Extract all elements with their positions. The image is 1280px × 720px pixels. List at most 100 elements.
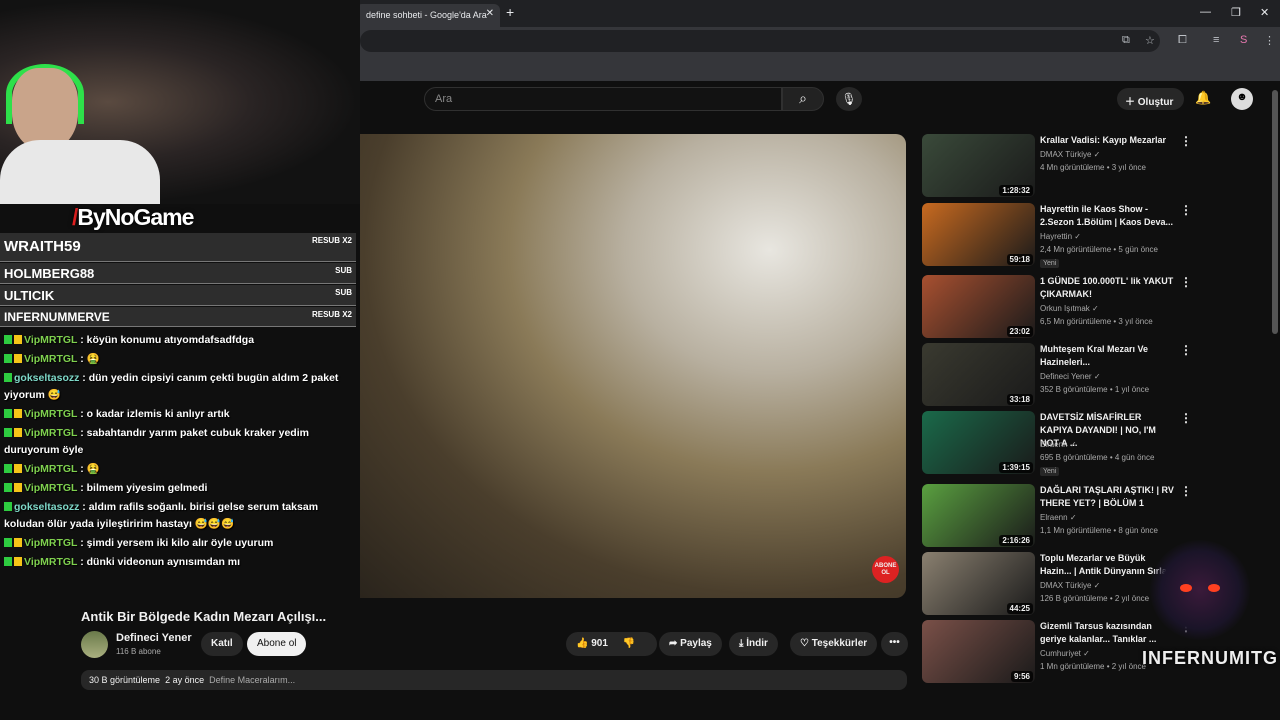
recommendation-item[interactable]: 2:16:26 DAĞLARI TAŞLARI AŞTIK! | RV THERE… [922,484,1262,550]
recommendation-item[interactable]: 59:18 Hayrettin ile Kaos Show - 2.Sezon 1… [922,203,1262,269]
thumbs-up-icon[interactable]: 👍 [576,638,591,649]
maximize-icon[interactable]: ❐ [1231,6,1241,19]
avatar[interactable]: ☻ [1231,88,1253,110]
more-options-icon[interactable]: ⋮ [1180,134,1192,148]
chat-text: : 🤮 [77,353,100,365]
more-options-icon[interactable]: ⋮ [1180,343,1192,357]
sub-event: ULTICIK SUB [0,285,356,306]
tab-close-icon[interactable]: ✕ [486,8,494,19]
share-button[interactable]: ➦ Paylaş [659,632,722,656]
view-count: 30 B görüntüleme [89,675,161,685]
download-button[interactable]: ⤓ İndir [729,632,778,656]
kick-badge-icon [4,373,12,382]
chat-message: VipMRTGL : o kadar izlemis ki anlıyr art… [0,406,360,423]
search-input[interactable]: Ara [424,87,782,111]
new-tab-button[interactable]: + [506,4,514,20]
recommendation-channel[interactable]: Elraenn ✓ [1040,513,1077,522]
recommendation-meta: 4 Mn görüntüleme • 3 yıl önce [1040,163,1146,172]
duration-badge: 33:18 [1006,394,1033,405]
sub-type: SUB [335,266,352,275]
chat-message: VipMRTGL : bilmem yiyesim gelmedi [0,480,360,497]
microphone-icon[interactable]: 🎙 [836,87,862,111]
more-options-icon[interactable]: ⋮ [1180,275,1192,289]
more-actions-icon[interactable]: ••• [881,632,908,656]
install-icon[interactable]: ⧉ [1122,34,1130,47]
super-thanks-icon: ♡ [800,638,812,649]
profile-icon[interactable]: S [1240,34,1247,46]
notifications-bell-icon[interactable]: 🔔 [1195,90,1211,106]
channel-avatar[interactable] [81,631,108,658]
recommendation-title[interactable]: Gizemli Tarsus kazısından geriye kalanla… [1040,620,1175,646]
bookmark-star-icon[interactable]: ☆ [1145,34,1155,47]
create-label: Oluştur [1137,97,1174,108]
demon-avatar-overlay [1150,540,1250,640]
recommendation-title[interactable]: 1 GÜNDE 100.000TL' lik YAKUT ÇIKARMAK! [1040,275,1175,301]
recommendation-title[interactable]: Krallar Vadisi: Kayıp Mezarlar [1040,134,1175,147]
channel-name[interactable]: Defineci Yener [116,632,192,644]
verified-icon: ✓ [1093,581,1101,590]
like-dislike-group[interactable]: 👍 901 👎 [566,632,657,656]
recommendation-channel[interactable]: Orkun Işıtmak ✓ [1040,304,1099,313]
recommendation-title[interactable]: Hayrettin ile Kaos Show - 2.Sezon 1.Bölü… [1040,203,1175,229]
chat-username: VipMRTGL [24,556,78,568]
chat-text: : şimdi yersem iki kilo alır öyle uyurum [77,537,274,549]
join-button[interactable]: Katıl [201,632,243,656]
description-box[interactable]: 30 B görüntüleme 2 ay önce Define Macera… [81,670,907,690]
create-button[interactable]: ＋ Oluştur [1117,88,1184,110]
minimize-icon[interactable]: — [1200,6,1211,18]
recommendation-channel[interactable]: Hayrettin ✓ [1040,232,1081,241]
subscribe-button[interactable]: Abone ol [247,632,307,656]
browser-tab-title: define sohbeti - Google'da Ara [366,10,487,20]
more-options-icon[interactable]: ⋮ [1180,203,1192,217]
menu-kebab-icon[interactable]: ⋮ [1264,34,1275,47]
search-icon[interactable]: ⌕ [782,87,824,111]
share-icon: ➦ [669,638,681,649]
chat-username: VipMRTGL [24,463,78,475]
recommendation-title[interactable]: Muhteşem Kral Mezarı Ve Hazineleri... [1040,343,1175,369]
sub-type: RESUB X2 [311,310,352,319]
reading-list-icon[interactable]: ≡ [1213,34,1219,46]
subscriber-badge-icon [14,428,22,437]
close-window-icon[interactable]: ✕ [1260,6,1269,19]
brand-name: ByNoGame [77,204,194,230]
thanks-button[interactable]: ♡ Teşekkürler [790,632,878,656]
kick-badge-icon [4,538,12,547]
verified-icon: ✓ [1093,372,1101,381]
chat-username: VipMRTGL [24,537,78,549]
scrollbar[interactable] [1272,90,1278,334]
recommendation-channel[interactable]: Defineci Yener ✓ [1040,372,1101,381]
recommendation-item[interactable]: 23:02 1 GÜNDE 100.000TL' lik YAKUT ÇIKARM… [922,275,1262,341]
sub-event: HOLMBERG88 SUB [0,263,356,284]
recommendation-channel[interactable]: DMAX Türkiye ✓ [1040,581,1100,590]
recommendation-title[interactable]: DAĞLARI TAŞLARI AŞTIK! | RV THERE YET? |… [1040,484,1175,510]
video-player[interactable] [360,134,906,598]
subscribe-watermark[interactable]: ABONE OL [872,556,899,583]
recommendation-channel[interactable]: DMAX Türkiye ✓ [1040,150,1100,159]
recommendation-meta: 695 B görüntüleme • 4 gün önce [1040,453,1155,462]
recommendation-item[interactable]: 1:28:32 Krallar Vadisi: Kayıp Mezarlar DMA… [922,134,1262,200]
sub-event: WRAITH59 RESUB X2 [0,233,356,262]
subscriber-name: WRAITH59 [4,238,81,255]
chat-username: gokseltasozz [14,501,80,513]
address-bar[interactable] [360,30,1160,52]
chat-message: VipMRTGL : şimdi yersem iki kilo alır öy… [0,535,360,552]
chat-username: VipMRTGL [24,408,78,420]
subscriber-name: ULTICIK [4,288,55,303]
subscriber-badge-icon [14,409,22,418]
recommendation-channel[interactable]: Cumhuriyet ✓ [1040,649,1090,658]
kick-badge-icon [4,483,12,492]
recommendation-item[interactable]: 1:39:15 DAVETSİZ MİSAFİRLER KAPIYA DAYAND… [922,411,1262,477]
more-options-icon[interactable]: ⋮ [1180,484,1192,498]
more-options-icon[interactable]: ⋮ [1180,411,1192,425]
thumbs-down-icon[interactable]: 👎 [623,638,635,649]
duration-badge: 2:16:26 [999,535,1033,546]
recommendation-channel[interactable]: Elraenn ✓ [1040,440,1077,449]
kick-badge-icon [4,428,12,437]
chat-username: VipMRTGL [24,482,78,494]
extensions-icon[interactable]: ⧠ [1178,34,1187,47]
recommendation-meta: 352 B görüntüleme • 1 yıl önce [1040,385,1150,394]
browser-tab[interactable]: define sohbeti - Google'da Ara ✕ [356,4,500,27]
recommendation-item[interactable]: 33:18 Muhteşem Kral Mezarı Ve Hazineleri.… [922,343,1262,409]
chat-text: : dünki videonun aynısımdan mı [77,556,241,568]
recommendation-meta: 1 Mn görüntüleme • 2 yıl önce [1040,662,1146,671]
